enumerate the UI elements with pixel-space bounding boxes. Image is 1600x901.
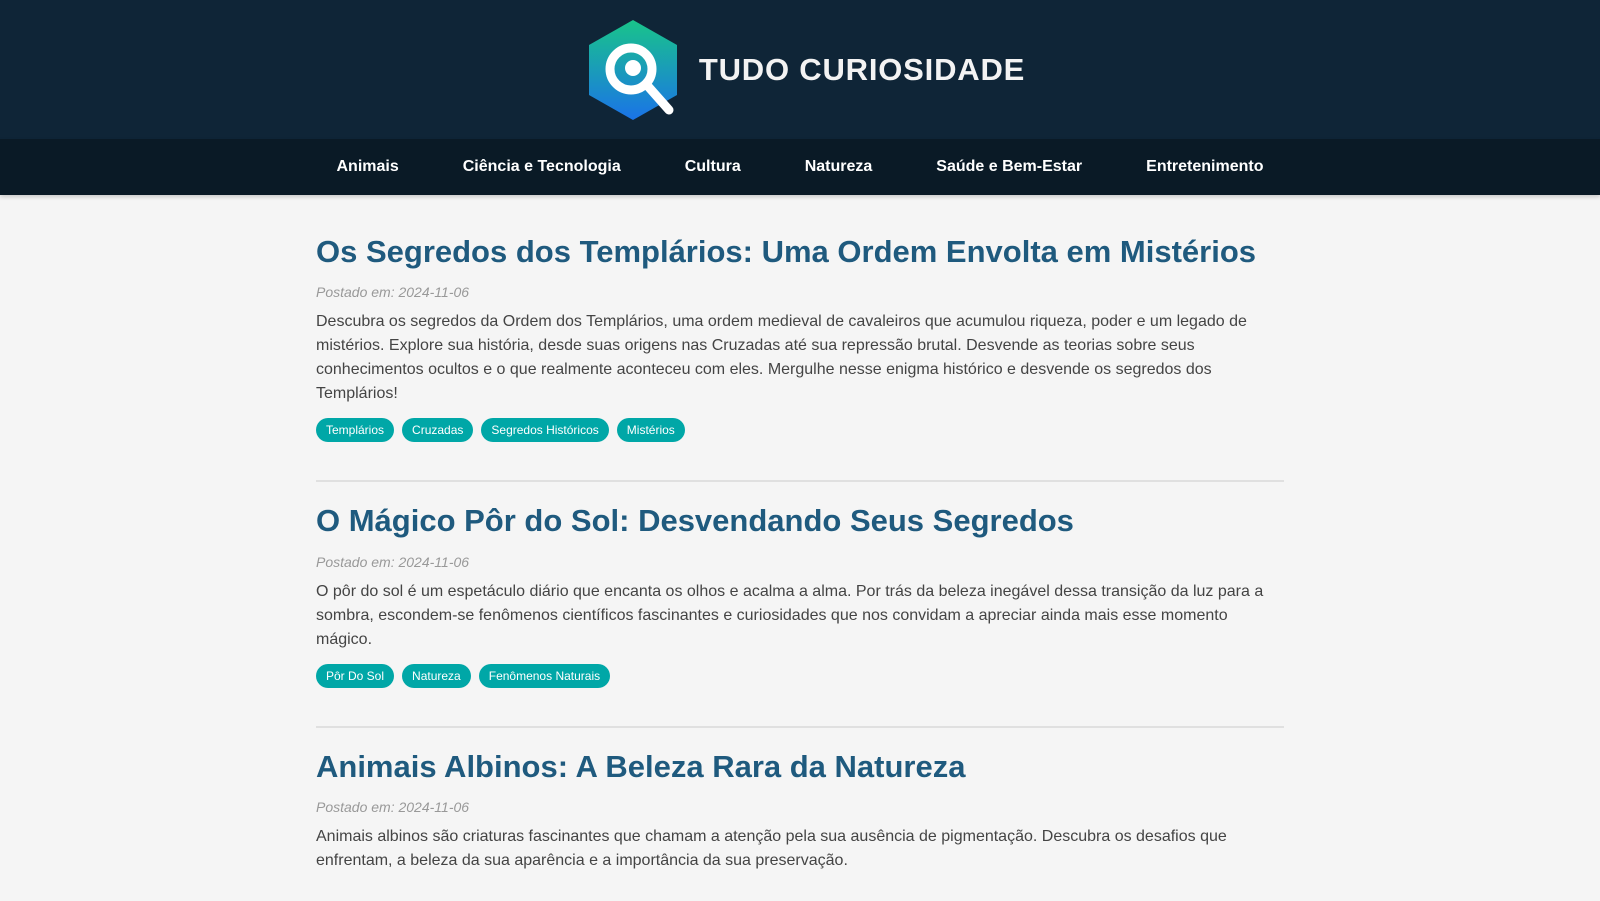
post-title[interactable]: Animais Albinos: A Beleza Rara da Nature… <box>316 747 1284 787</box>
nav-item-entretenimento[interactable]: Entretenimento <box>1114 139 1295 195</box>
tag-badge[interactable]: Pôr Do Sol <box>316 663 395 688</box>
post-item: Os Segredos dos Templários: Uma Ordem En… <box>316 232 1284 483</box>
post-date: Postado em: 2024-11-06 <box>316 798 470 815</box>
post-item: Animais Albinos: A Beleza Rara da Nature… <box>316 747 1284 901</box>
magnifier-hexagon-icon[interactable] <box>587 18 679 122</box>
tag-list: Templários Cruzadas Segredos Históricos … <box>316 418 1284 443</box>
tag-badge[interactable]: Mistérios <box>616 418 685 443</box>
tag-list: Pôr Do Sol Natureza Fenômenos Naturais <box>316 663 1284 688</box>
post-date: Postado em: 2024-11-06 <box>316 553 470 570</box>
brand[interactable]: TUDO CURIOSIDADE <box>587 18 1025 122</box>
nav-item-cultura[interactable]: Cultura <box>653 139 773 195</box>
tag-badge[interactable]: Segredos Históricos <box>481 418 609 443</box>
post-title[interactable]: Os Segredos dos Templários: Uma Ordem En… <box>316 232 1284 272</box>
nav-item-animais[interactable]: Animais <box>305 139 431 195</box>
post-title[interactable]: O Mágico Pôr do Sol: Desvendando Seus Se… <box>316 501 1284 541</box>
post-excerpt: Animais albinos são criaturas fascinante… <box>316 827 1227 869</box>
nav-item-ciencia-tecnologia[interactable]: Ciência e Tecnologia <box>431 139 653 195</box>
nav-item-natureza[interactable]: Natureza <box>773 139 905 195</box>
tag-badge[interactable]: Templários <box>316 418 395 443</box>
main-nav: Animais Ciência e Tecnologia Cultura Nat… <box>0 139 1600 195</box>
post-date: Postado em: 2024-11-06 <box>316 284 470 301</box>
tag-badge[interactable]: Natureza <box>402 663 471 688</box>
tag-badge[interactable]: Fenômenos Naturais <box>478 663 611 688</box>
nav-item-saude-bem-estar[interactable]: Saúde e Bem-Estar <box>904 139 1114 195</box>
tag-badge[interactable]: Cruzadas <box>402 418 474 443</box>
post-item: O Mágico Pôr do Sol: Desvendando Seus Se… <box>316 501 1284 728</box>
post-excerpt: O pôr do sol é um espetáculo diário que … <box>316 582 1264 648</box>
site-title[interactable]: TUDO CURIOSIDADE <box>699 52 1025 88</box>
post-excerpt: Descubra os segredos da Ordem dos Templá… <box>316 313 1247 403</box>
post-list: Os Segredos dos Templários: Uma Ordem En… <box>316 195 1284 901</box>
site-header: TUDO CURIOSIDADE <box>0 0 1600 139</box>
